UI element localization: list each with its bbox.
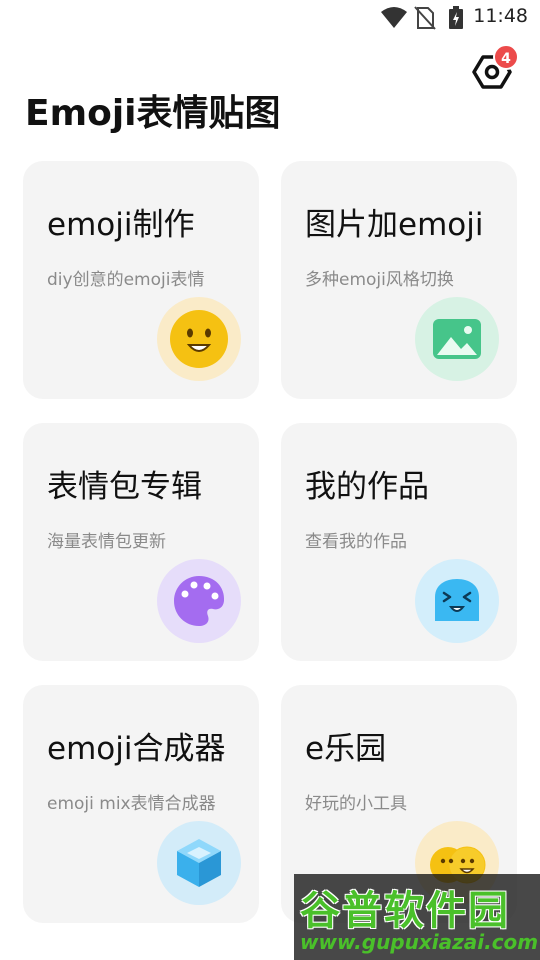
watermark: 谷普软件园 www.gupuxiazai.com <box>294 874 540 960</box>
ghost-face-icon <box>415 559 499 643</box>
card-title: 图片加emoji <box>305 207 484 243</box>
card-subtitle: emoji mix表情合成器 <box>47 794 216 814</box>
card-subtitle: 多种emoji风格切换 <box>305 270 454 290</box>
no-sim-icon <box>414 6 436 30</box>
card-subtitle: 海量表情包更新 <box>47 532 166 552</box>
palette-icon <box>157 559 241 643</box>
wifi-icon <box>381 7 407 28</box>
card-emoji-mixer[interactable]: emoji合成器 emoji mix表情合成器 <box>23 685 259 923</box>
notification-badge: 4 <box>493 44 519 70</box>
card-image-add-emoji[interactable]: 图片加emoji 多种emoji风格切换 <box>281 161 517 399</box>
card-title: 表情包专辑 <box>47 469 202 505</box>
card-title: emoji合成器 <box>47 731 226 767</box>
card-title: emoji制作 <box>47 207 195 243</box>
status-bar: 11:48 <box>0 0 540 36</box>
battery-charging-icon <box>449 6 463 29</box>
card-sticker-albums[interactable]: 表情包专辑 海量表情包更新 <box>23 423 259 661</box>
watermark-url: www.gupuxiazai.com <box>300 930 539 954</box>
card-my-works[interactable]: 我的作品 查看我的作品 <box>281 423 517 661</box>
page-title: Emoji表情贴图 <box>25 93 281 134</box>
watermark-name: 谷普软件园 <box>300 888 510 934</box>
image-icon <box>415 297 499 381</box>
status-time: 11:48 <box>473 5 528 27</box>
card-subtitle: 好玩的小工具 <box>305 794 407 814</box>
card-subtitle: diy创意的emoji表情 <box>47 270 205 290</box>
cube-icon <box>157 821 241 905</box>
card-emoji-maker[interactable]: emoji制作 diy创意的emoji表情 <box>23 161 259 399</box>
card-title: 我的作品 <box>305 469 429 505</box>
card-title: e乐园 <box>305 731 387 767</box>
smiley-face-icon <box>157 297 241 381</box>
card-subtitle: 查看我的作品 <box>305 532 407 552</box>
